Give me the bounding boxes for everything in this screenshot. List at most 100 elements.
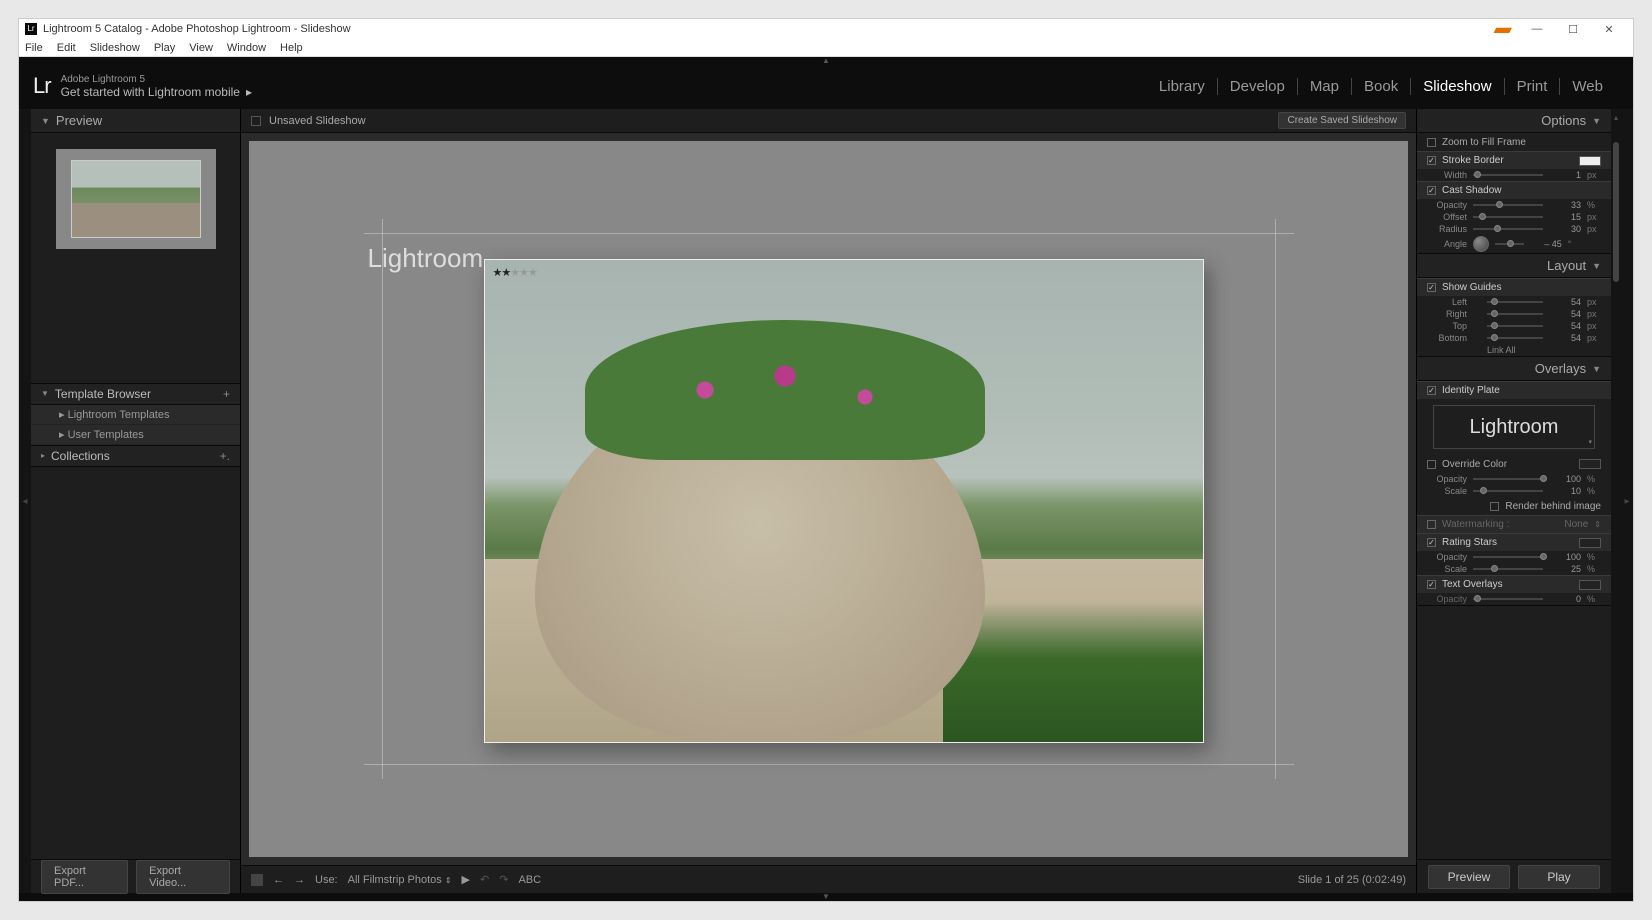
template-lightroom[interactable]: ▸ Lightroom Templates bbox=[31, 405, 240, 425]
guide-right[interactable] bbox=[1275, 219, 1276, 779]
identity-scale-slider[interactable]: Scale10% bbox=[1417, 485, 1611, 497]
export-video-button[interactable]: Export Video... bbox=[136, 860, 230, 894]
module-map[interactable]: Map bbox=[1298, 78, 1352, 95]
link-all-checkbox[interactable] bbox=[1473, 346, 1481, 354]
shadow-radius-slider[interactable]: Radius30px bbox=[1417, 223, 1611, 235]
menu-window[interactable]: Window bbox=[227, 42, 266, 54]
identity-plate-checkbox[interactable] bbox=[1427, 386, 1436, 395]
right-scrollbar[interactable]: ▴ bbox=[1611, 109, 1621, 893]
menu-view[interactable]: View bbox=[189, 42, 213, 54]
slide-image[interactable]: ★★★★★ bbox=[484, 259, 1204, 743]
link-all-label: Link All bbox=[1487, 345, 1601, 355]
redo-button[interactable]: ↷ bbox=[499, 873, 508, 886]
layout-panel-header[interactable]: Layout ▼ bbox=[1417, 254, 1611, 278]
margin-top-slider[interactable]: Top54px bbox=[1417, 320, 1611, 332]
prev-slide-button[interactable]: ← bbox=[273, 874, 284, 886]
right-collapse-handle[interactable]: ▸ bbox=[1621, 109, 1633, 893]
template-browser-header[interactable]: ▼ Template Browser + bbox=[31, 383, 240, 405]
guide-top[interactable] bbox=[364, 233, 1294, 234]
rating-stars-color-swatch[interactable] bbox=[1579, 538, 1601, 548]
product-name: Adobe Lightroom 5 bbox=[61, 74, 252, 85]
right-panel: Options ▼ Zoom to Fill Frame Stroke Bord… bbox=[1416, 109, 1611, 893]
menu-slideshow[interactable]: Slideshow bbox=[90, 42, 140, 54]
text-overlays-checkbox[interactable] bbox=[1427, 580, 1436, 589]
guide-left[interactable] bbox=[382, 219, 383, 779]
margin-right-slider[interactable]: Right54px bbox=[1417, 308, 1611, 320]
chevron-right-icon: ▸ bbox=[246, 85, 252, 99]
rating-stars-overlay[interactable]: ★★★★★ bbox=[493, 266, 537, 279]
next-slide-button[interactable]: → bbox=[294, 874, 305, 886]
undo-button[interactable]: ↶ bbox=[480, 873, 489, 886]
stop-button[interactable] bbox=[251, 874, 263, 886]
zoom-fill-checkbox[interactable] bbox=[1427, 138, 1436, 147]
preview-thumbnail-image bbox=[71, 160, 201, 238]
override-color-swatch[interactable] bbox=[1579, 459, 1601, 469]
link-right-checkbox[interactable] bbox=[1473, 310, 1481, 318]
guide-bottom[interactable] bbox=[364, 764, 1294, 765]
watermarking-value[interactable]: None bbox=[1564, 519, 1588, 530]
create-saved-slideshow-button[interactable]: Create Saved Slideshow bbox=[1278, 112, 1406, 129]
module-web[interactable]: Web bbox=[1560, 78, 1615, 95]
update-icon[interactable]: ▰▰ bbox=[1493, 21, 1509, 38]
link-top-checkbox[interactable] bbox=[1473, 322, 1481, 330]
module-book[interactable]: Book bbox=[1352, 78, 1411, 95]
slideshow-saved-checkbox[interactable] bbox=[251, 116, 261, 126]
add-collection-button[interactable]: +. bbox=[220, 449, 230, 463]
margin-left-slider[interactable]: Left54px bbox=[1417, 296, 1611, 308]
module-develop[interactable]: Develop bbox=[1218, 78, 1298, 95]
angle-knob[interactable] bbox=[1473, 236, 1489, 252]
shadow-angle-slider[interactable]: Angle– 45° bbox=[1417, 235, 1611, 253]
play-button[interactable]: ▶ bbox=[462, 873, 470, 886]
identity-opacity-slider[interactable]: Opacity100% bbox=[1417, 473, 1611, 485]
override-color-checkbox[interactable] bbox=[1427, 460, 1436, 469]
scrollbar-thumb[interactable] bbox=[1613, 142, 1619, 282]
module-library[interactable]: Library bbox=[1147, 78, 1218, 95]
menu-edit[interactable]: Edit bbox=[57, 42, 76, 54]
center-header: Unsaved Slideshow Create Saved Slideshow bbox=[241, 109, 1416, 133]
text-opacity-slider[interactable]: Opacity0% bbox=[1417, 593, 1611, 605]
minimize-icon[interactable]: — bbox=[1519, 23, 1555, 35]
bottom-collapse-handle[interactable]: ▼ bbox=[19, 893, 1633, 901]
close-icon[interactable]: ✕ bbox=[1591, 23, 1627, 36]
menu-play[interactable]: Play bbox=[154, 42, 175, 54]
preview-panel-header[interactable]: ▼ Preview bbox=[31, 109, 240, 133]
rating-opacity-slider[interactable]: Opacity100% bbox=[1417, 551, 1611, 563]
collections-header[interactable]: ▸ Collections +. bbox=[31, 445, 240, 467]
menu-file[interactable]: File bbox=[25, 42, 43, 54]
shadow-opacity-slider[interactable]: Opacity33% bbox=[1417, 199, 1611, 211]
cast-shadow-checkbox[interactable] bbox=[1427, 186, 1436, 195]
link-left-checkbox[interactable] bbox=[1473, 298, 1481, 306]
slide-canvas[interactable]: Lightroom ★★★★★ bbox=[249, 141, 1408, 857]
lightroom-mobile-link[interactable]: Get started with Lightroom mobile ▸ bbox=[61, 85, 252, 99]
watermarking-checkbox[interactable] bbox=[1427, 520, 1436, 529]
play-button[interactable]: Play bbox=[1518, 865, 1600, 889]
use-dropdown[interactable]: All Filmstrip Photos ⇕ bbox=[348, 874, 452, 886]
options-panel-header[interactable]: Options ▼ bbox=[1417, 109, 1611, 133]
module-print[interactable]: Print bbox=[1505, 78, 1561, 95]
stroke-width-slider[interactable]: Width1px bbox=[1417, 169, 1611, 181]
top-collapse-handle[interactable]: ▲ bbox=[19, 57, 1633, 65]
overlays-panel-header[interactable]: Overlays ▼ bbox=[1417, 357, 1611, 381]
rating-stars-checkbox[interactable] bbox=[1427, 538, 1436, 547]
module-slideshow[interactable]: Slideshow bbox=[1411, 78, 1504, 95]
stroke-color-swatch[interactable] bbox=[1579, 156, 1601, 166]
menu-help[interactable]: Help bbox=[280, 42, 303, 54]
identity-plate-preview[interactable]: Lightroom▾ bbox=[1433, 405, 1595, 449]
stroke-border-checkbox[interactable] bbox=[1427, 156, 1436, 165]
add-template-button[interactable]: + bbox=[223, 387, 230, 401]
margin-bottom-slider[interactable]: Bottom54px bbox=[1417, 332, 1611, 344]
maximize-icon[interactable]: ☐ bbox=[1555, 23, 1591, 36]
show-guides-checkbox[interactable] bbox=[1427, 283, 1436, 292]
left-collapse-handle[interactable]: ◂ bbox=[19, 109, 31, 893]
text-overlays-color-swatch[interactable] bbox=[1579, 580, 1601, 590]
shadow-offset-slider[interactable]: Offset15px bbox=[1417, 211, 1611, 223]
rating-scale-slider[interactable]: Scale25% bbox=[1417, 563, 1611, 575]
render-behind-checkbox[interactable] bbox=[1490, 502, 1499, 511]
text-overlay-button[interactable]: ABC bbox=[518, 874, 541, 886]
template-user[interactable]: ▸ User Templates bbox=[31, 425, 240, 445]
identity-plate-overlay[interactable]: Lightroom bbox=[368, 243, 484, 274]
link-bottom-checkbox[interactable] bbox=[1473, 334, 1481, 342]
preview-button[interactable]: Preview bbox=[1428, 865, 1510, 889]
export-pdf-button[interactable]: Export PDF... bbox=[41, 860, 128, 894]
preview-thumbnail[interactable] bbox=[56, 149, 216, 249]
